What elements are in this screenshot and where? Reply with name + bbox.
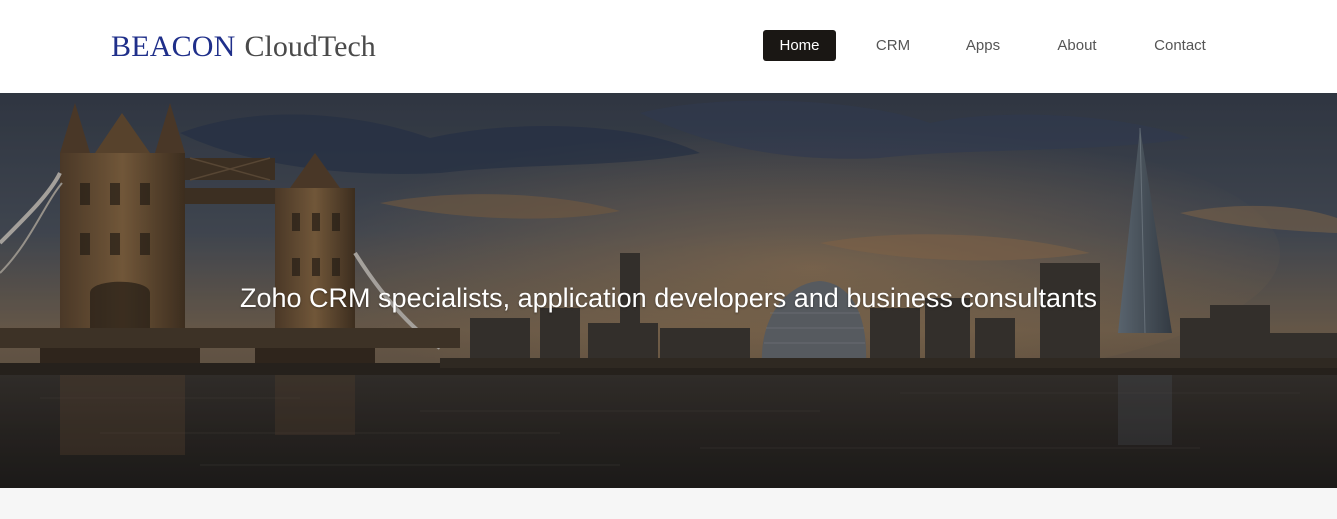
nav-item-about[interactable]: About xyxy=(1049,30,1105,61)
hero-tagline: Zoho CRM specialists, application develo… xyxy=(240,283,1097,313)
nav-item-contact[interactable]: Contact xyxy=(1146,30,1214,61)
logo-brand-text: BEACON xyxy=(111,30,236,63)
nav-item-apps[interactable]: Apps xyxy=(957,30,1009,61)
hero-banner: Zoho CRM specialists, application develo… xyxy=(0,93,1337,488)
nav-item-crm[interactable]: CRM xyxy=(869,30,917,61)
site-header: BEACON CloudTech Home CRM Apps About Cont… xyxy=(0,0,1337,93)
site-logo[interactable]: BEACON CloudTech xyxy=(111,28,376,66)
nav-item-home[interactable]: Home xyxy=(763,30,836,61)
content-section-top xyxy=(0,488,1337,519)
logo-suffix-text: CloudTech xyxy=(244,30,376,63)
